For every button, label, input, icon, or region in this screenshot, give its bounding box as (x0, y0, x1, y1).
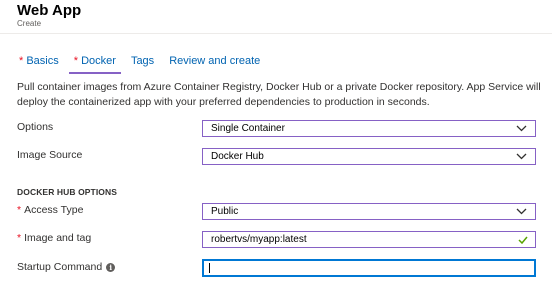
access-type-label-text: Access Type (24, 204, 84, 216)
startup-command-label: Startup Command i (17, 261, 116, 273)
checkmark-icon (518, 236, 528, 244)
startup-command-label-text: Startup Command (17, 261, 103, 273)
tab-basics[interactable]: * Basics (17, 53, 64, 72)
tab-tags[interactable]: Tags (126, 53, 159, 72)
required-star: * (73, 55, 79, 67)
docker-description: Pull container images from Azure Contain… (17, 81, 541, 108)
image-tag-value: robertvs/myapp:latest (211, 234, 307, 245)
tab-label: Basics (26, 55, 59, 67)
info-icon[interactable]: i (106, 262, 116, 272)
tab-docker[interactable]: * Docker (68, 53, 121, 74)
header-divider (0, 33, 552, 34)
chevron-down-icon (516, 125, 527, 132)
required-star: * (17, 204, 22, 216)
tab-label: Review and create (169, 55, 261, 67)
image-source-value: Docker Hub (211, 151, 264, 162)
options-label: Options (17, 121, 54, 133)
docker-hub-options-heading: DOCKER HUB OPTIONS (17, 187, 118, 197)
access-type-dropdown[interactable]: Public (202, 203, 536, 220)
options-dropdown[interactable]: Single Container (202, 120, 536, 137)
chevron-down-icon (516, 208, 527, 215)
page-title: Web App (17, 2, 82, 19)
tab-label: Docker (81, 55, 116, 67)
page-subtitle: Create (17, 19, 42, 28)
startup-command-input[interactable] (202, 259, 536, 277)
tab-label: Tags (130, 55, 155, 67)
access-type-label: * Access Type (17, 204, 83, 216)
image-source-label: Image Source (17, 149, 83, 161)
chevron-down-icon (516, 153, 527, 160)
tab-bar: * Basics * Docker Tags Review and create (17, 53, 270, 74)
image-source-dropdown[interactable]: Docker Hub (202, 148, 536, 165)
image-tag-label: * Image and tag (17, 232, 91, 244)
required-star: * (19, 55, 24, 67)
text-cursor (209, 263, 210, 273)
image-tag-label-text: Image and tag (24, 232, 92, 244)
required-star: * (17, 232, 22, 244)
page-header: Web App Create (0, 0, 552, 33)
image-tag-input[interactable]: robertvs/myapp:latest (202, 231, 536, 248)
options-value: Single Container (211, 123, 285, 134)
access-type-value: Public (211, 206, 239, 217)
tab-review-and-create[interactable]: Review and create (164, 53, 265, 72)
